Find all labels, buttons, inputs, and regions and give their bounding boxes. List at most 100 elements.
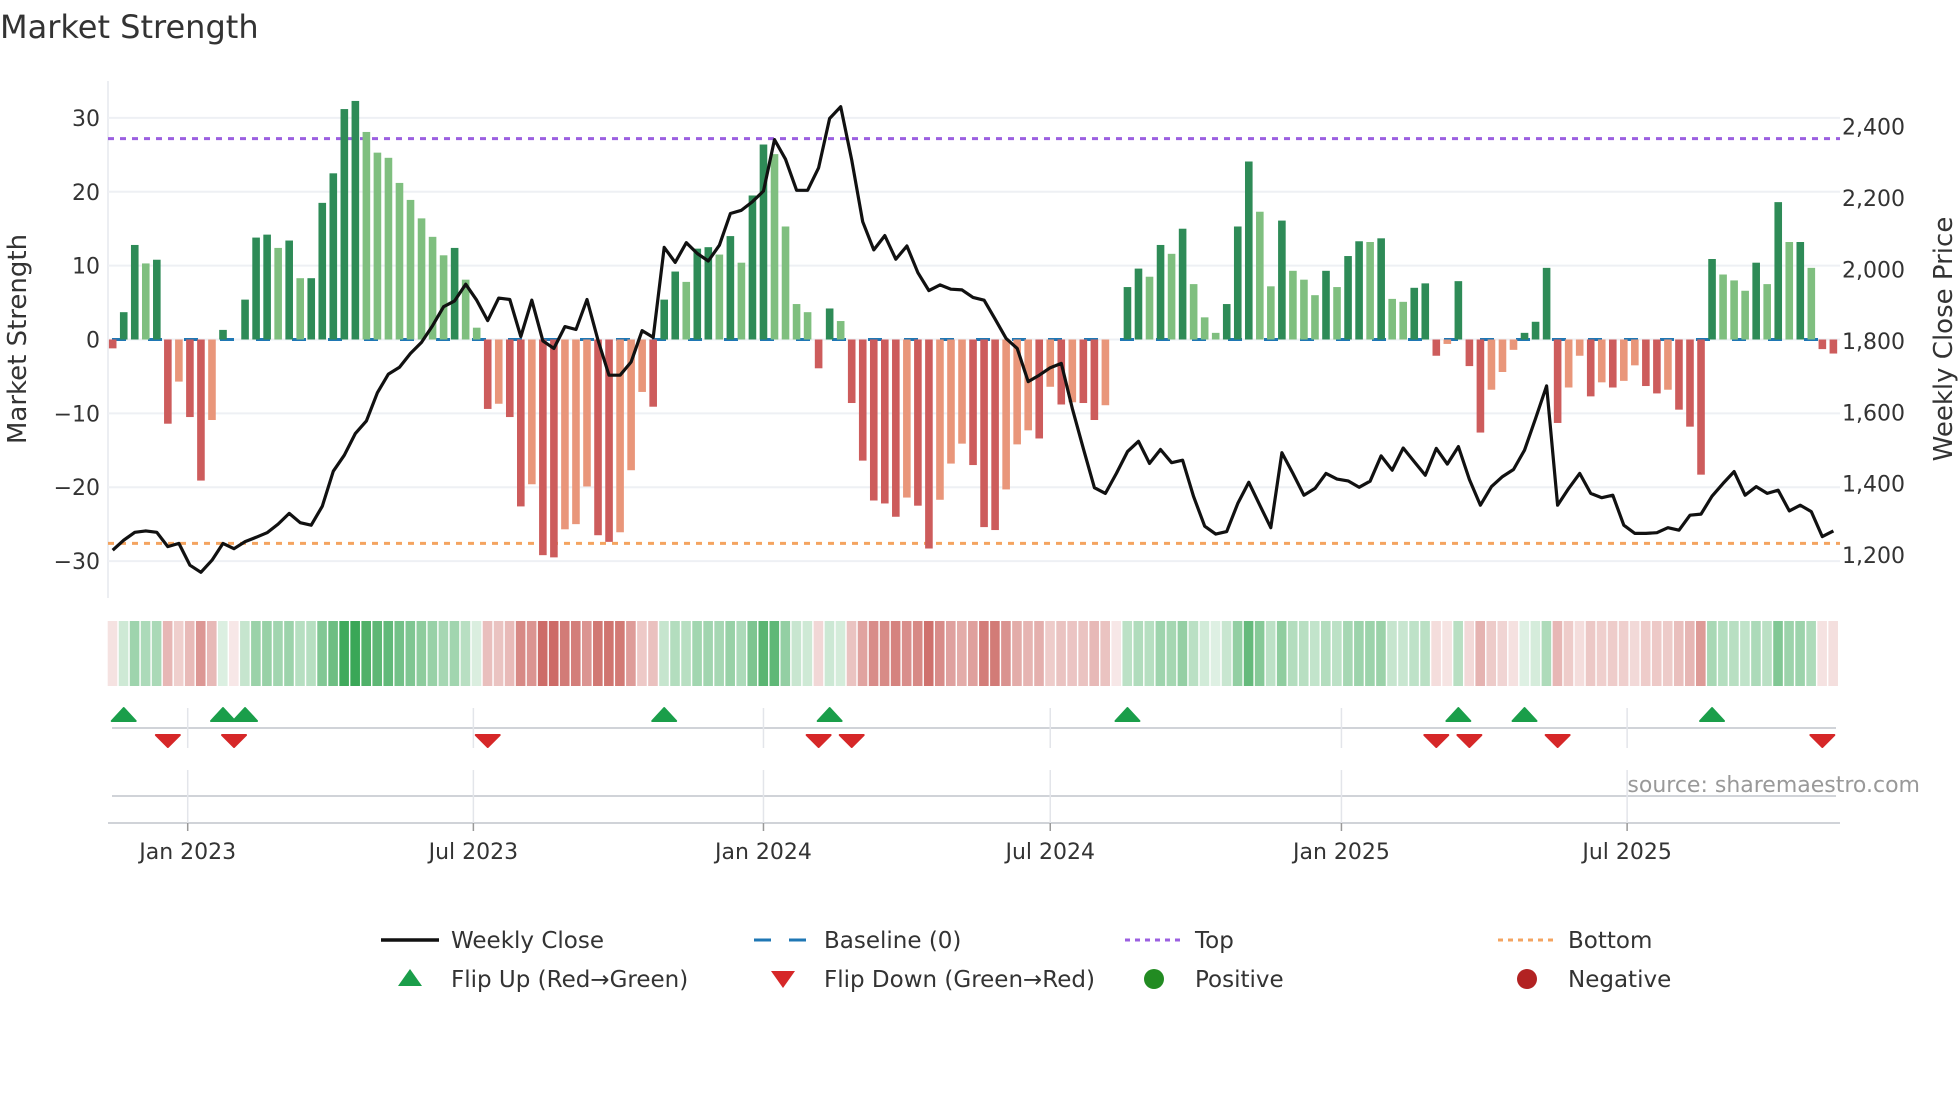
strip-cell [934, 621, 945, 686]
negative-bar [550, 339, 558, 558]
negative-bar [1509, 339, 1518, 350]
positive-bar [1167, 253, 1176, 340]
flip-down-marker [838, 734, 865, 748]
legend-label: Negative [1568, 967, 1671, 993]
negative-bar [539, 339, 547, 556]
strip-cell [1232, 621, 1243, 686]
positive-bar [296, 278, 305, 340]
strip-cell [140, 621, 151, 686]
strip-cell [240, 621, 250, 686]
positive-bar [219, 329, 227, 340]
flip-markers [108, 707, 1840, 824]
strip-cell [1773, 621, 1783, 686]
negative-bar [1664, 339, 1672, 390]
strip-cell [317, 621, 327, 686]
positive-bar [1752, 262, 1760, 340]
negative-bar [1608, 339, 1617, 388]
negative-bar [1101, 339, 1110, 406]
strip-cell [945, 621, 956, 686]
positive-bar [252, 237, 260, 340]
y2-tick-label: 2,000 [1842, 259, 1905, 284]
strip-cell [1508, 621, 1519, 686]
strip-cell [383, 621, 394, 686]
triangle-down-icon [771, 971, 795, 988]
strip-cell [1718, 621, 1728, 686]
strip-cell [1321, 621, 1331, 686]
strip-cell [1265, 621, 1276, 686]
strip-cell [284, 621, 294, 686]
positive-bar [329, 173, 338, 340]
positive-bar [1719, 274, 1727, 340]
positive-bar [715, 254, 724, 340]
strip-cell [1376, 621, 1386, 686]
negative-bar [1818, 339, 1827, 350]
negative-bar [1675, 339, 1683, 410]
strip-cell [1100, 621, 1110, 686]
strip-cell [1795, 621, 1805, 686]
negative-bar [1002, 339, 1010, 490]
chart-title: Market Strength [0, 8, 259, 46]
strip-cell [405, 621, 416, 686]
positive-bar [1300, 279, 1308, 340]
strip-cell [1332, 621, 1342, 686]
positive-bar [472, 327, 481, 340]
y2-tick-label: 1,600 [1842, 401, 1905, 426]
flip-up-marker [651, 707, 678, 722]
positive-bar [781, 226, 790, 340]
strip-cell [1640, 621, 1651, 686]
negative-bar [1090, 339, 1099, 421]
y-tick-label: −10 [54, 402, 100, 427]
strip-cell [1177, 621, 1188, 686]
strip-cell [1398, 621, 1408, 686]
strip-cell [1762, 621, 1772, 686]
strip-cell [692, 621, 702, 686]
strip-cell [1684, 621, 1695, 686]
strip-cell [626, 621, 636, 686]
negative-bar [936, 339, 944, 500]
strip-cell [1784, 621, 1794, 686]
positive-bar [285, 240, 293, 340]
strip-cell [659, 621, 669, 686]
strip-cell [1045, 621, 1055, 686]
positive-bar [1366, 242, 1374, 340]
strip-cell [1210, 621, 1221, 686]
positive-bar [1344, 256, 1352, 340]
strip-cell [957, 621, 967, 686]
strip-cell [471, 621, 482, 686]
negative-bar [649, 339, 657, 407]
positive-bar [1311, 295, 1319, 340]
positive-bar [693, 248, 702, 340]
negative-bar [208, 339, 216, 421]
positive-bar [671, 271, 680, 340]
positive-bar [1333, 287, 1341, 340]
strip-cell [1662, 621, 1673, 686]
x-tick-label: Jan 2023 [137, 840, 236, 865]
strip-cell [824, 621, 835, 686]
positive-bar [737, 262, 746, 340]
negative-bar [1597, 339, 1606, 383]
positive-bar [1178, 228, 1187, 340]
strip-cell [118, 621, 129, 686]
positive-bar [1244, 161, 1253, 340]
strip-cell [1486, 621, 1497, 686]
positive-bar [318, 202, 327, 340]
strip-cell [1707, 621, 1717, 686]
flip-down-marker [805, 734, 832, 748]
positive-bar [726, 236, 735, 340]
negative-bar [991, 339, 999, 531]
negative-bar [858, 339, 867, 461]
positive-bar [362, 131, 371, 340]
legend-label: Positive [1195, 967, 1284, 993]
flip-down-marker [1809, 734, 1836, 748]
flip-down-marker [1423, 734, 1450, 748]
negative-bar [528, 339, 536, 485]
positive-bar [1355, 241, 1363, 340]
negative-bar [561, 339, 569, 530]
negative-bar [980, 339, 988, 528]
strip-cell [1431, 621, 1441, 686]
positive-bar [836, 321, 845, 340]
strip-cell [107, 621, 118, 686]
strip-cell [151, 621, 162, 686]
x-tick-label: Jul 2023 [427, 840, 519, 865]
x-tick-label: Jul 2025 [1580, 840, 1672, 865]
